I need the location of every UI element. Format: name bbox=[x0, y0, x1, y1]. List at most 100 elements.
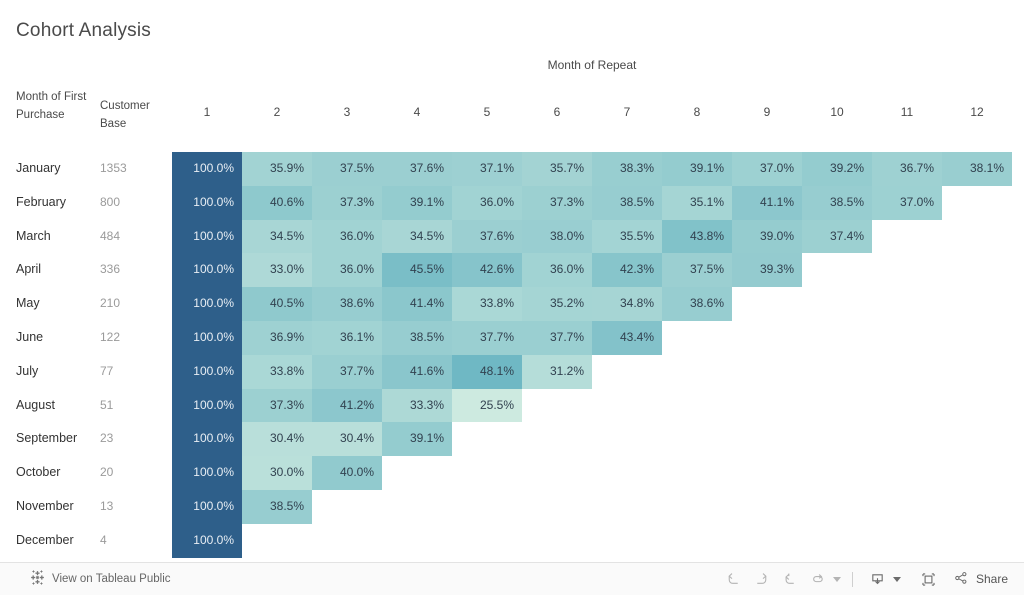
heatmap-cell[interactable]: 37.3% bbox=[522, 185, 592, 220]
view-on-tableau-public-link[interactable]: View on Tableau Public bbox=[30, 570, 171, 588]
heatmap-cell[interactable]: 36.0% bbox=[312, 253, 382, 288]
heatmap-cell[interactable]: 36.9% bbox=[242, 320, 312, 355]
heatmap-cell[interactable]: 41.4% bbox=[382, 287, 452, 321]
heatmap-cell[interactable]: 39.2% bbox=[802, 152, 872, 186]
heatmap-cell[interactable]: 38.5% bbox=[382, 320, 452, 355]
heatmap-cell[interactable]: 30.4% bbox=[242, 422, 312, 457]
heatmap-cell[interactable]: 100.0% bbox=[172, 253, 242, 288]
heatmap-cell[interactable]: 37.5% bbox=[312, 152, 382, 186]
heatmap-cell[interactable]: 37.0% bbox=[732, 152, 802, 186]
heatmap-cell[interactable]: 100.0% bbox=[172, 185, 242, 220]
heatmap-cell[interactable]: 36.0% bbox=[522, 253, 592, 288]
heatmap-cell[interactable]: 36.0% bbox=[312, 219, 382, 254]
heatmap-cell[interactable]: 37.0% bbox=[872, 185, 942, 220]
heatmap-cell[interactable]: 38.6% bbox=[662, 287, 732, 321]
heatmap-cell[interactable]: 100.0% bbox=[172, 219, 242, 254]
refresh-chevron-down-icon[interactable] bbox=[832, 576, 841, 582]
heatmap-cell[interactable]: 100.0% bbox=[172, 354, 242, 389]
customer-base-value: 210 bbox=[100, 296, 121, 311]
heatmap-cell[interactable]: 34.5% bbox=[242, 219, 312, 254]
heatmap-cell[interactable]: 36.1% bbox=[312, 320, 382, 355]
heatmap-cell[interactable]: 38.5% bbox=[592, 185, 662, 220]
heatmap-cell[interactable]: 37.3% bbox=[242, 388, 312, 423]
heatmap-cell[interactable]: 38.6% bbox=[312, 287, 382, 321]
undo-icon[interactable] bbox=[720, 566, 748, 592]
row-cells: 100.0% 40.5% 38.6% 41.4% 33.8% 35.2% 34.8% 38.6… bbox=[172, 287, 1012, 321]
heatmap-cell[interactable]: 35.5% bbox=[592, 219, 662, 254]
heatmap-cell[interactable]: 35.9% bbox=[242, 152, 312, 186]
heatmap-cell[interactable]: 36.0% bbox=[452, 185, 522, 220]
heatmap-cell[interactable]: 100.0% bbox=[172, 456, 242, 490]
share-button[interactable]: Share bbox=[953, 570, 1008, 589]
heatmap-cell[interactable]: 37.4% bbox=[802, 219, 872, 254]
heatmap-cell[interactable]: 39.3% bbox=[732, 253, 802, 288]
heatmap-cell[interactable]: 35.1% bbox=[662, 185, 732, 220]
heatmap-cell[interactable]: 48.1% bbox=[452, 354, 522, 389]
heatmap-cell[interactable]: 39.1% bbox=[382, 185, 452, 220]
heatmap-cell[interactable]: 100.0% bbox=[172, 287, 242, 321]
fullscreen-icon[interactable] bbox=[915, 566, 943, 592]
heatmap-cell[interactable]: 25.5% bbox=[452, 388, 522, 423]
heatmap-cell[interactable]: 34.8% bbox=[592, 287, 662, 321]
heatmap-cell[interactable]: 35.2% bbox=[522, 287, 592, 321]
row-cells: 100.0% bbox=[172, 523, 1012, 558]
row-label-february: February bbox=[16, 194, 67, 209]
heatmap-cell[interactable]: 100.0% bbox=[172, 422, 242, 457]
heatmap-cell[interactable]: 41.2% bbox=[312, 388, 382, 423]
heatmap-cell[interactable]: 39.1% bbox=[382, 422, 452, 457]
row-label-may: May bbox=[16, 296, 40, 311]
heatmap-cell[interactable]: 37.7% bbox=[312, 354, 382, 389]
refresh-icon[interactable] bbox=[804, 566, 832, 592]
heatmap-cell[interactable]: 36.7% bbox=[872, 152, 942, 186]
heatmap-cell[interactable]: 37.6% bbox=[452, 219, 522, 254]
heatmap-cell[interactable]: 100.0% bbox=[172, 388, 242, 423]
measure-dimension-header: Customer Base bbox=[100, 100, 150, 130]
column-header-4: 4 bbox=[413, 105, 421, 119]
download-icon[interactable] bbox=[864, 566, 892, 592]
heatmap-cell[interactable]: 37.1% bbox=[452, 152, 522, 186]
heatmap-cell[interactable]: 34.5% bbox=[382, 219, 452, 254]
heatmap-cell[interactable]: 38.5% bbox=[802, 185, 872, 220]
heatmap-cell[interactable]: 37.6% bbox=[382, 152, 452, 186]
heatmap-cell[interactable]: 33.8% bbox=[452, 287, 522, 321]
heatmap-cell[interactable]: 30.0% bbox=[242, 456, 312, 490]
heatmap-cell[interactable]: 41.6% bbox=[382, 354, 452, 389]
heatmap-cell[interactable]: 37.7% bbox=[522, 320, 592, 355]
row-cells: 100.0% 38.5% bbox=[172, 489, 1012, 524]
heatmap-cell[interactable]: 38.0% bbox=[522, 219, 592, 254]
table-row: September 23 100.0% 30.4% 30.4% 39.1% bbox=[0, 422, 1024, 457]
revert-icon[interactable] bbox=[776, 566, 804, 592]
heatmap-cell[interactable]: 40.5% bbox=[242, 287, 312, 321]
heatmap-cell[interactable]: 100.0% bbox=[172, 523, 242, 558]
heatmap-cell[interactable]: 37.3% bbox=[312, 185, 382, 220]
heatmap-cell[interactable]: 30.4% bbox=[312, 422, 382, 457]
heatmap-cell[interactable]: 42.3% bbox=[592, 253, 662, 288]
heatmap-cell[interactable]: 40.6% bbox=[242, 185, 312, 220]
heatmap-cell[interactable]: 43.4% bbox=[592, 320, 662, 355]
heatmap-cell[interactable]: 40.0% bbox=[312, 456, 382, 490]
heatmap-cell[interactable]: 38.3% bbox=[592, 152, 662, 186]
heatmap-cell[interactable]: 38.5% bbox=[242, 489, 312, 524]
heatmap-cell[interactable]: 39.0% bbox=[732, 219, 802, 254]
heatmap-cell[interactable]: 33.0% bbox=[242, 253, 312, 288]
heatmap-cell[interactable]: 39.1% bbox=[662, 152, 732, 186]
download-chevron-down-icon[interactable] bbox=[892, 576, 901, 582]
heatmap-cell[interactable]: 43.8% bbox=[662, 219, 732, 254]
heatmap-cell[interactable]: 100.0% bbox=[172, 489, 242, 524]
heatmap-cell[interactable]: 35.7% bbox=[522, 152, 592, 186]
column-header-6: 6 bbox=[553, 105, 561, 119]
heatmap-cell[interactable]: 45.5% bbox=[382, 253, 452, 288]
redo-icon[interactable] bbox=[748, 566, 776, 592]
heatmap-cell[interactable]: 100.0% bbox=[172, 152, 242, 186]
table-row: November 13 100.0% 38.5% bbox=[0, 489, 1024, 524]
heatmap-cell[interactable]: 42.6% bbox=[452, 253, 522, 288]
heatmap-cell[interactable]: 33.8% bbox=[242, 354, 312, 389]
row-cells: 100.0% 40.6% 37.3% 39.1% 36.0% 37.3% 38.5% 35.1… bbox=[172, 185, 1012, 220]
heatmap-cell[interactable]: 41.1% bbox=[732, 185, 802, 220]
heatmap-cell[interactable]: 100.0% bbox=[172, 320, 242, 355]
heatmap-cell[interactable]: 37.7% bbox=[452, 320, 522, 355]
heatmap-cell[interactable]: 37.5% bbox=[662, 253, 732, 288]
heatmap-cell[interactable]: 33.3% bbox=[382, 388, 452, 423]
heatmap-cell[interactable]: 31.2% bbox=[522, 354, 592, 389]
heatmap-cell[interactable]: 38.1% bbox=[942, 152, 1012, 186]
